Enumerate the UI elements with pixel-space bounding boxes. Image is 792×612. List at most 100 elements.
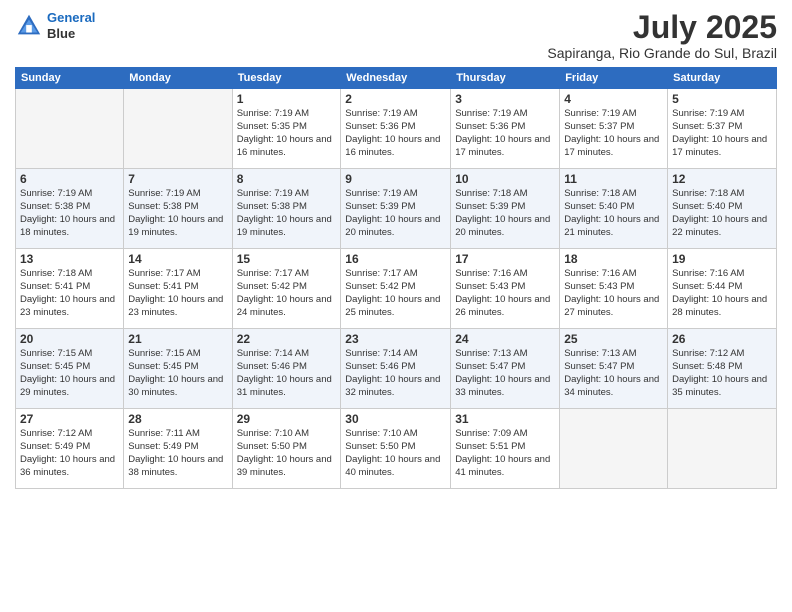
day-number: 13 [20, 252, 119, 266]
day-number: 9 [345, 172, 446, 186]
calendar-cell: 30Sunrise: 7:10 AMSunset: 5:50 PMDayligh… [341, 409, 451, 489]
day-number: 30 [345, 412, 446, 426]
day-info: Sunrise: 7:18 AMSunset: 5:40 PMDaylight:… [564, 188, 663, 239]
day-number: 12 [672, 172, 772, 186]
day-info: Sunrise: 7:11 AMSunset: 5:49 PMDaylight:… [128, 428, 227, 479]
day-info: Sunrise: 7:12 AMSunset: 5:49 PMDaylight:… [20, 428, 119, 479]
calendar-cell: 6 Sunrise: 7:19 AMSunset: 5:38 PMDaylight… [16, 169, 124, 249]
calendar-cell: 29Sunrise: 7:10 AMSunset: 5:50 PMDayligh… [232, 409, 341, 489]
weekday-header-sunday: Sunday [16, 68, 124, 89]
day-number: 24 [455, 332, 555, 346]
day-number: 16 [345, 252, 446, 266]
day-info: Sunrise: 7:12 AMSunset: 5:48 PMDaylight:… [672, 348, 772, 399]
day-info: Sunrise: 7:19 AMSunset: 5:36 PMDaylight:… [455, 108, 555, 159]
day-info: Sunrise: 7:10 AMSunset: 5:50 PMDaylight:… [237, 428, 337, 479]
day-info: Sunrise: 7:09 AMSunset: 5:51 PMDaylight:… [455, 428, 555, 479]
day-number: 2 [345, 92, 446, 106]
day-info: Sunrise: 7:19 AMSunset: 5:35 PMDaylight:… [237, 108, 337, 159]
calendar-cell: 28 Sunrise: 7:11 AMSunset: 5:49 PMDayligh… [124, 409, 232, 489]
calendar-cell: 4 Sunrise: 7:19 AMSunset: 5:37 PMDaylight… [560, 89, 668, 169]
day-info: Sunrise: 7:19 AMSunset: 5:38 PMDaylight:… [20, 188, 119, 239]
calendar-cell: 24 Sunrise: 7:13 AMSunset: 5:47 PMDayligh… [451, 329, 560, 409]
day-info: Sunrise: 7:19 AMSunset: 5:39 PMDaylight:… [345, 188, 446, 239]
calendar-week-row: 20 Sunrise: 7:15 AMSunset: 5:45 PMDayligh… [16, 329, 777, 409]
day-info: Sunrise: 7:19 AMSunset: 5:37 PMDaylight:… [564, 108, 663, 159]
day-info: Sunrise: 7:15 AMSunset: 5:45 PMDaylight:… [128, 348, 227, 399]
day-info: Sunrise: 7:13 AMSunset: 5:47 PMDaylight:… [564, 348, 663, 399]
weekday-header-friday: Friday [560, 68, 668, 89]
calendar-cell: 5 Sunrise: 7:19 AMSunset: 5:37 PMDaylight… [668, 89, 777, 169]
day-info: Sunrise: 7:17 AMSunset: 5:42 PMDaylight:… [237, 268, 337, 319]
day-number: 7 [128, 172, 227, 186]
weekday-header-saturday: Saturday [668, 68, 777, 89]
subtitle: Sapiranga, Rio Grande do Sul, Brazil [547, 45, 777, 61]
day-number: 18 [564, 252, 663, 266]
calendar-cell [560, 409, 668, 489]
calendar-cell: 13 Sunrise: 7:18 AMSunset: 5:41 PMDayligh… [16, 249, 124, 329]
weekday-header-wednesday: Wednesday [341, 68, 451, 89]
calendar-cell: 2 Sunrise: 7:19 AMSunset: 5:36 PMDaylight… [341, 89, 451, 169]
day-info: Sunrise: 7:19 AMSunset: 5:37 PMDaylight:… [672, 108, 772, 159]
logo-line1: General [47, 10, 95, 25]
page: General Blue July 2025 Sapiranga, Rio Gr… [0, 0, 792, 612]
weekday-header-monday: Monday [124, 68, 232, 89]
day-number: 21 [128, 332, 227, 346]
day-number: 28 [128, 412, 227, 426]
calendar-week-row: 27Sunrise: 7:12 AMSunset: 5:49 PMDayligh… [16, 409, 777, 489]
day-number: 8 [237, 172, 337, 186]
header: General Blue July 2025 Sapiranga, Rio Gr… [15, 10, 777, 61]
calendar-cell: 25 Sunrise: 7:13 AMSunset: 5:47 PMDayligh… [560, 329, 668, 409]
day-info: Sunrise: 7:19 AMSunset: 5:38 PMDaylight:… [237, 188, 337, 239]
calendar-cell [16, 89, 124, 169]
calendar-cell: 16 Sunrise: 7:17 AMSunset: 5:42 PMDayligh… [341, 249, 451, 329]
calendar-week-row: 6 Sunrise: 7:19 AMSunset: 5:38 PMDaylight… [16, 169, 777, 249]
calendar-cell: 17Sunrise: 7:16 AMSunset: 5:43 PMDayligh… [451, 249, 560, 329]
day-info: Sunrise: 7:19 AMSunset: 5:36 PMDaylight:… [345, 108, 446, 159]
calendar-cell: 9 Sunrise: 7:19 AMSunset: 5:39 PMDaylight… [341, 169, 451, 249]
calendar-cell: 7 Sunrise: 7:19 AMSunset: 5:38 PMDaylight… [124, 169, 232, 249]
logo-line2: Blue [47, 26, 95, 42]
calendar-cell: 8 Sunrise: 7:19 AMSunset: 5:38 PMDaylight… [232, 169, 341, 249]
day-info: Sunrise: 7:19 AMSunset: 5:38 PMDaylight:… [128, 188, 227, 239]
day-number: 31 [455, 412, 555, 426]
day-number: 5 [672, 92, 772, 106]
weekday-header-tuesday: Tuesday [232, 68, 341, 89]
weekday-header-row: SundayMondayTuesdayWednesdayThursdayFrid… [16, 68, 777, 89]
weekday-header-thursday: Thursday [451, 68, 560, 89]
calendar-cell: 19Sunrise: 7:16 AMSunset: 5:44 PMDayligh… [668, 249, 777, 329]
day-number: 26 [672, 332, 772, 346]
day-info: Sunrise: 7:13 AMSunset: 5:47 PMDaylight:… [455, 348, 555, 399]
day-info: Sunrise: 7:15 AMSunset: 5:45 PMDaylight:… [20, 348, 119, 399]
calendar-cell: 18Sunrise: 7:16 AMSunset: 5:43 PMDayligh… [560, 249, 668, 329]
day-info: Sunrise: 7:16 AMSunset: 5:44 PMDaylight:… [672, 268, 772, 319]
calendar-cell: 10Sunrise: 7:18 AMSunset: 5:39 PMDayligh… [451, 169, 560, 249]
calendar: SundayMondayTuesdayWednesdayThursdayFrid… [15, 67, 777, 489]
day-info: Sunrise: 7:17 AMSunset: 5:42 PMDaylight:… [345, 268, 446, 319]
day-info: Sunrise: 7:14 AMSunset: 5:46 PMDaylight:… [237, 348, 337, 399]
calendar-cell: 15 Sunrise: 7:17 AMSunset: 5:42 PMDayligh… [232, 249, 341, 329]
day-number: 25 [564, 332, 663, 346]
calendar-cell: 3 Sunrise: 7:19 AMSunset: 5:36 PMDaylight… [451, 89, 560, 169]
day-number: 20 [20, 332, 119, 346]
day-number: 14 [128, 252, 227, 266]
calendar-cell [124, 89, 232, 169]
calendar-cell [668, 409, 777, 489]
calendar-cell: 20 Sunrise: 7:15 AMSunset: 5:45 PMDayligh… [16, 329, 124, 409]
day-info: Sunrise: 7:18 AMSunset: 5:40 PMDaylight:… [672, 188, 772, 239]
day-number: 15 [237, 252, 337, 266]
calendar-cell: 27Sunrise: 7:12 AMSunset: 5:49 PMDayligh… [16, 409, 124, 489]
logo-icon [15, 12, 43, 40]
calendar-cell: 1 Sunrise: 7:19 AMSunset: 5:35 PMDaylight… [232, 89, 341, 169]
main-title: July 2025 [547, 10, 777, 45]
logo-text: General Blue [47, 10, 95, 41]
day-info: Sunrise: 7:18 AMSunset: 5:41 PMDaylight:… [20, 268, 119, 319]
day-number: 4 [564, 92, 663, 106]
day-number: 3 [455, 92, 555, 106]
calendar-cell: 26 Sunrise: 7:12 AMSunset: 5:48 PMDayligh… [668, 329, 777, 409]
calendar-cell: 12 Sunrise: 7:18 AMSunset: 5:40 PMDayligh… [668, 169, 777, 249]
title-block: July 2025 Sapiranga, Rio Grande do Sul, … [547, 10, 777, 61]
day-number: 6 [20, 172, 119, 186]
day-number: 1 [237, 92, 337, 106]
day-number: 10 [455, 172, 555, 186]
day-info: Sunrise: 7:17 AMSunset: 5:41 PMDaylight:… [128, 268, 227, 319]
